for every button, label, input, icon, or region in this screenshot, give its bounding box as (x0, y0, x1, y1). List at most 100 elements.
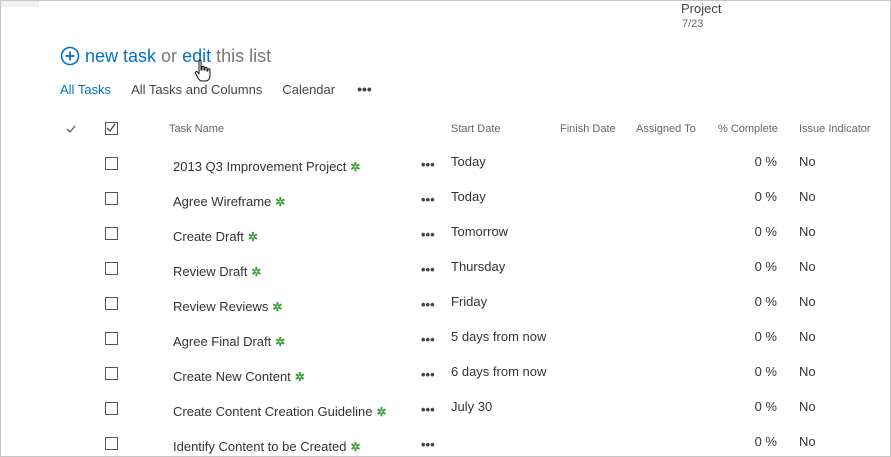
or-text: or (161, 45, 178, 66)
task-name-cell: Identify Content to be Created ✲ (173, 439, 361, 454)
percent-complete-cell: 0 % (754, 399, 777, 414)
column-header-finish-date[interactable]: Finish Date (560, 123, 616, 139)
table-row[interactable]: Agree Final Draft ✲ ••• 5 days from now 0 % N… (1, 324, 890, 359)
row-menu-ellipsis-icon[interactable]: ••• (421, 262, 435, 277)
issue-indicator-cell: No (799, 259, 816, 274)
start-date-cell: Today (451, 154, 486, 169)
start-date-cell: 6 days from now (451, 364, 547, 379)
issue-indicator-cell: No (799, 364, 816, 379)
row-menu-ellipsis-icon[interactable]: ••• (421, 192, 435, 207)
start-date-cell: 5 days from now (451, 329, 547, 344)
view-calendar[interactable]: Calendar (282, 82, 335, 97)
row-checkbox[interactable] (105, 227, 118, 240)
new-item-icon: ✲ (376, 405, 387, 419)
view-all-tasks[interactable]: All Tasks (60, 82, 111, 97)
column-header-issue-indicator[interactable]: Issue Indicator (799, 123, 871, 139)
table-row[interactable]: Create Content Creation Guideline ✲ ••• Jul… (1, 394, 890, 429)
column-header-start-date[interactable]: Start Date (451, 123, 501, 139)
percent-complete-cell: 0 % (754, 434, 777, 449)
column-header-percent-complete[interactable]: % Complete (718, 123, 778, 139)
row-menu-ellipsis-icon[interactable]: ••• (421, 332, 435, 347)
task-name-link[interactable]: 2013 Q3 Improvement Project (173, 159, 346, 174)
new-item-icon: ✲ (251, 265, 262, 279)
row-checkbox[interactable] (105, 332, 118, 345)
new-item-icon: ✲ (350, 160, 361, 174)
new-item-icon: ✲ (272, 300, 283, 314)
new-task-hero: new task or edit this list (60, 44, 271, 68)
issue-indicator-cell: No (799, 189, 816, 204)
column-header-task-name[interactable]: Task Name (169, 123, 224, 139)
percent-complete-cell: 0 % (754, 224, 777, 239)
new-item-icon: ✲ (275, 195, 286, 209)
task-name-link[interactable]: Agree Wireframe (173, 194, 271, 209)
new-item-icon: ✲ (294, 370, 305, 384)
view-all-tasks-and-columns[interactable]: All Tasks and Columns (131, 82, 262, 97)
issue-indicator-cell: No (799, 224, 816, 239)
column-header-assigned-to[interactable]: Assigned To (636, 123, 696, 139)
row-menu-ellipsis-icon[interactable]: ••• (421, 297, 435, 312)
start-date-cell: Thursday (451, 259, 506, 274)
table-row[interactable]: 2013 Q3 Improvement Project ✲ ••• Today 0 % N… (1, 149, 890, 184)
task-name-link[interactable]: Review Draft (173, 264, 247, 279)
new-item-icon: ✲ (247, 230, 258, 244)
percent-complete-cell: 0 % (754, 364, 777, 379)
view-selector: All Tasks All Tasks and Columns Calendar… (60, 80, 372, 98)
table-row[interactable]: Identify Content to be Created ✲ ••• 0 % No (1, 429, 890, 456)
percent-complete-cell: 0 % (754, 259, 777, 274)
task-list-page: Project 7/23 new task or edit this list … (0, 0, 891, 457)
table-row[interactable]: Create New Content ✲ ••• 6 days from now 0 %… (1, 359, 890, 394)
new-item-icon: ✲ (350, 440, 361, 454)
task-name-cell: Agree Wireframe ✲ (173, 194, 285, 209)
issue-indicator-cell: No (799, 294, 816, 309)
top-edge-block (1, 1, 39, 7)
task-name-cell: Create New Content ✲ (173, 369, 305, 384)
row-checkbox[interactable] (105, 192, 118, 205)
task-name-cell: 2013 Q3 Improvement Project ✲ (173, 159, 360, 174)
add-circle-icon[interactable] (60, 46, 80, 66)
percent-complete-cell: 0 % (754, 329, 777, 344)
task-name-link[interactable]: Review Reviews (173, 299, 268, 314)
task-name-cell: Agree Final Draft ✲ (173, 334, 285, 349)
start-date-cell: Friday (451, 294, 488, 309)
row-menu-ellipsis-icon[interactable]: ••• (421, 402, 435, 417)
row-menu-ellipsis-icon[interactable]: ••• (421, 367, 435, 382)
issue-indicator-cell: No (799, 399, 816, 414)
task-name-cell: Create Content Creation Guideline ✲ (173, 404, 387, 419)
table-row[interactable]: Agree Wireframe ✲ ••• Today 0 % No (1, 184, 890, 219)
start-date-cell: July 30 (451, 399, 493, 414)
row-menu-ellipsis-icon[interactable]: ••• (421, 157, 435, 172)
task-name-link[interactable]: Create New Content (173, 369, 291, 384)
row-menu-ellipsis-icon[interactable]: ••• (421, 227, 435, 242)
new-task-link[interactable]: new task (85, 46, 156, 67)
task-name-link[interactable]: Agree Final Draft (173, 334, 271, 349)
row-checkbox[interactable] (105, 367, 118, 380)
more-views-ellipsis-icon[interactable]: ••• (357, 81, 372, 97)
percent-complete-cell: 0 % (754, 189, 777, 204)
task-name-link[interactable]: Create Content Creation Guideline (173, 404, 372, 419)
percent-complete-cell: 0 % (754, 294, 777, 309)
table-row[interactable]: Create Draft ✲ ••• Tomorrow 0 % No (1, 219, 890, 254)
new-item-icon: ✲ (275, 335, 286, 349)
select-all-checkbox[interactable] (105, 122, 118, 135)
row-checkbox[interactable] (105, 157, 118, 170)
timeline-task-label[interactable]: Project (681, 1, 721, 16)
task-name-cell: Create Draft ✲ (173, 229, 258, 244)
table-row[interactable]: Review Draft ✲ ••• Thursday 0 % No (1, 254, 890, 289)
task-name-link[interactable]: Identify Content to be Created (173, 439, 346, 454)
row-checkbox[interactable] (105, 297, 118, 310)
checkmark-header-icon[interactable] (65, 122, 77, 134)
issue-indicator-cell: No (799, 154, 816, 169)
row-checkbox[interactable] (105, 402, 118, 415)
table-row[interactable]: Review Reviews ✲ ••• Friday 0 % No (1, 289, 890, 324)
task-name-cell: Review Draft ✲ (173, 264, 261, 279)
this-list-text: this list (216, 45, 272, 66)
issue-indicator-cell: No (799, 329, 816, 344)
timeline-date: 7/23 (682, 18, 704, 30)
row-menu-ellipsis-icon[interactable]: ••• (421, 437, 435, 452)
task-name-link[interactable]: Create Draft (173, 229, 244, 244)
start-date-cell: Tomorrow (451, 224, 509, 239)
task-name-cell: Review Reviews ✲ (173, 299, 282, 314)
row-checkbox[interactable] (105, 437, 118, 450)
issue-indicator-cell: No (799, 434, 816, 449)
row-checkbox[interactable] (105, 262, 118, 275)
